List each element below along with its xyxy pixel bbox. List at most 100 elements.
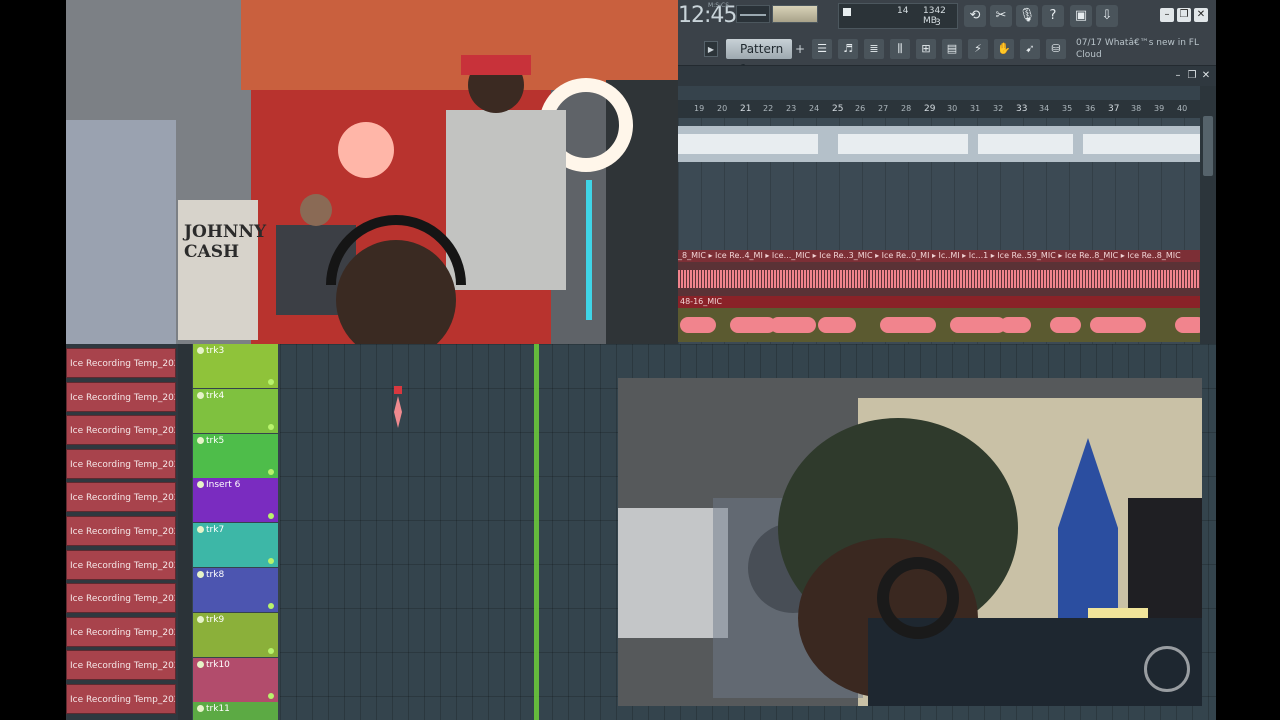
channel-item[interactable]: Ice Recording Temp_202... xyxy=(66,381,176,412)
master-volume[interactable] xyxy=(772,5,818,23)
news-panel[interactable]: 07/17 Whatâ€™s new in FL Cloud xyxy=(1076,37,1216,63)
track-label: Insert 6 xyxy=(206,480,241,491)
ruler-tick: 19 xyxy=(694,104,705,113)
track-led-icon xyxy=(268,647,274,654)
news-counter: 07/17 xyxy=(1076,38,1102,48)
maximize-icon[interactable]: ❐ xyxy=(1177,8,1191,22)
clip-mic1-title: _8_MIC ▸ Ice Re..4_MI ▸ Ice..._MIC ▸ Ice… xyxy=(678,250,1200,262)
ruler-tick: 33 xyxy=(1016,104,1028,114)
track-mute-icon[interactable] xyxy=(197,436,204,444)
track-mute-icon[interactable] xyxy=(197,526,204,534)
track-label: trk7 xyxy=(206,525,225,536)
channel-rack-icon[interactable]: ≣ xyxy=(864,39,884,59)
track-mute-icon[interactable] xyxy=(197,391,204,399)
track-header[interactable]: trk9 xyxy=(193,612,278,657)
help-icon[interactable]: ? xyxy=(1042,5,1064,27)
channel-item[interactable]: Ice Recording Temp_202... xyxy=(66,348,176,378)
playlist-icon[interactable]: ☰ xyxy=(812,39,832,59)
clip-mic1-waveform xyxy=(678,270,1200,288)
export-icon[interactable]: ➹ xyxy=(1020,39,1040,59)
track-header[interactable]: trk5 xyxy=(193,433,278,478)
ruler-tick: 28 xyxy=(901,104,912,113)
render-icon[interactable]: ⇩ xyxy=(1096,5,1118,27)
track-mute-icon[interactable] xyxy=(197,660,204,668)
cart-icon[interactable]: ⛁ xyxy=(1046,39,1066,59)
track-header[interactable]: trk8 xyxy=(193,568,278,612)
track-label: trk4 xyxy=(206,390,225,401)
track-label: trk8 xyxy=(206,570,225,580)
track-led-icon xyxy=(268,468,274,475)
main-toolbar: 12:45 M:S:CS 14 1342 MB 3 ⟲ ✂ 🎙 ? ▣ ⇩ – … xyxy=(678,0,1216,76)
ruler-tick: 35 xyxy=(1062,104,1073,113)
poster-text: JOHNNY CASH xyxy=(184,222,266,262)
audio-clip-mic-1[interactable]: _8_MIC ▸ Ice Re..4_MI ▸ Ice..._MIC ▸ Ice… xyxy=(678,250,1200,296)
channel-item[interactable]: Ice Recording Temp_202... xyxy=(66,448,176,479)
clip-waveform xyxy=(678,132,1200,156)
vocal-booth-scene-image xyxy=(618,378,1202,706)
ruler-tick: 24 xyxy=(809,104,820,113)
playlist-close-icon[interactable]: ✕ xyxy=(1200,69,1212,81)
browser-icon[interactable]: ⊞ xyxy=(916,39,936,59)
automation-marker[interactable] xyxy=(394,386,402,430)
plugin-icon[interactable]: ⚡ xyxy=(968,39,988,59)
track-led-icon xyxy=(268,513,274,520)
project-icon[interactable]: ▤ xyxy=(942,39,962,59)
ruler-tick: 22 xyxy=(763,104,774,113)
close-icon[interactable]: ✕ xyxy=(1194,8,1208,22)
output-waveform xyxy=(736,5,770,23)
channel-item[interactable]: Ice Recording Temp_202... xyxy=(66,616,176,647)
channel-item[interactable]: Ice Recording Temp_202... xyxy=(66,549,176,580)
ruler-tick: 26 xyxy=(855,104,866,113)
channel-item[interactable]: Ice Recording Temp_202... xyxy=(66,650,176,681)
ruler-tick: 38 xyxy=(1131,104,1142,113)
channel-item[interactable]: Ice Recording Temp_202... xyxy=(66,415,176,446)
save-icon[interactable]: ▣ xyxy=(1070,5,1092,27)
scrollbar-thumb[interactable] xyxy=(1203,116,1213,176)
track-led-icon xyxy=(268,558,274,565)
webcam-feed-studio: JOHNNY CASH xyxy=(66,0,678,344)
channel-item[interactable]: Ice Recording Temp_202... xyxy=(66,516,176,546)
track-mute-icon[interactable] xyxy=(197,571,204,578)
tools-icon[interactable]: ✂ xyxy=(990,5,1012,27)
channel-item[interactable]: Ice Recording Temp_202... xyxy=(66,583,176,614)
pattern-menu-icon[interactable]: ▶ xyxy=(704,41,718,57)
undo-icon[interactable]: ⟲ xyxy=(964,5,986,27)
microphone-icon[interactable]: 🎙 xyxy=(1016,5,1038,27)
minimize-icon[interactable]: – xyxy=(1160,8,1174,22)
mixer-icon[interactable]: ⫼ xyxy=(890,39,910,59)
cpu-secondary: 3 xyxy=(935,18,941,28)
pattern-selector[interactable]: Pattern 1 xyxy=(726,39,792,76)
track-mute-icon[interactable] xyxy=(197,481,204,489)
channel-list-scrollbar[interactable] xyxy=(178,344,192,720)
webcam-feed-vocal-booth xyxy=(618,378,1202,706)
track-header[interactable]: trk11 xyxy=(193,702,278,720)
ruler-tick: 34 xyxy=(1039,104,1050,113)
track-mute-icon[interactable] xyxy=(197,347,204,354)
ruler-tick: 40 xyxy=(1177,104,1188,113)
ruler-tick: 30 xyxy=(947,104,958,113)
playlist-minimize-icon[interactable]: – xyxy=(1172,69,1184,81)
track-header[interactable]: trk10 xyxy=(193,657,278,702)
track-header[interactable]: Insert 6 xyxy=(193,478,278,523)
piano-roll-icon[interactable]: ♬ xyxy=(838,39,858,59)
clip-mic2-waveform xyxy=(680,317,1200,333)
ruler-tick: 27 xyxy=(878,104,889,113)
channel-item[interactable]: Ice Recording Temp_202... xyxy=(66,482,176,513)
audio-clip-mic-2[interactable]: 48-16_MIC xyxy=(678,296,1200,342)
track-header[interactable]: trk3 xyxy=(193,344,278,388)
track-mute-icon[interactable] xyxy=(197,705,204,713)
channel-list: Ice Recording Temp_202...Ice Recording T… xyxy=(66,344,178,720)
audio-clip-master[interactable] xyxy=(678,126,1200,162)
playhead-marker[interactable] xyxy=(534,344,539,720)
channel-item[interactable]: Ice Recording Temp_202... xyxy=(66,684,176,714)
track-header[interactable]: trk7 xyxy=(193,523,278,568)
cpu-memory-panel: 14 1342 MB 3 xyxy=(838,3,958,29)
track-mute-icon[interactable] xyxy=(197,615,204,623)
touch-icon[interactable]: ✋ xyxy=(994,39,1014,59)
track-header[interactable]: trk4 xyxy=(193,388,278,433)
add-pattern-icon[interactable]: + xyxy=(794,42,806,56)
screen: 12:45 M:S:CS 14 1342 MB 3 ⟲ ✂ 🎙 ? ▣ ⇩ – … xyxy=(0,0,1280,720)
timeline-ruler[interactable]: 19 20 21 22 23 24 25 26 27 28 29 30 31 32 33 34 35 36 37 38… xyxy=(678,100,1216,118)
track-label: trk5 xyxy=(206,435,225,446)
playlist-maximize-icon[interactable]: ❐ xyxy=(1186,69,1198,81)
